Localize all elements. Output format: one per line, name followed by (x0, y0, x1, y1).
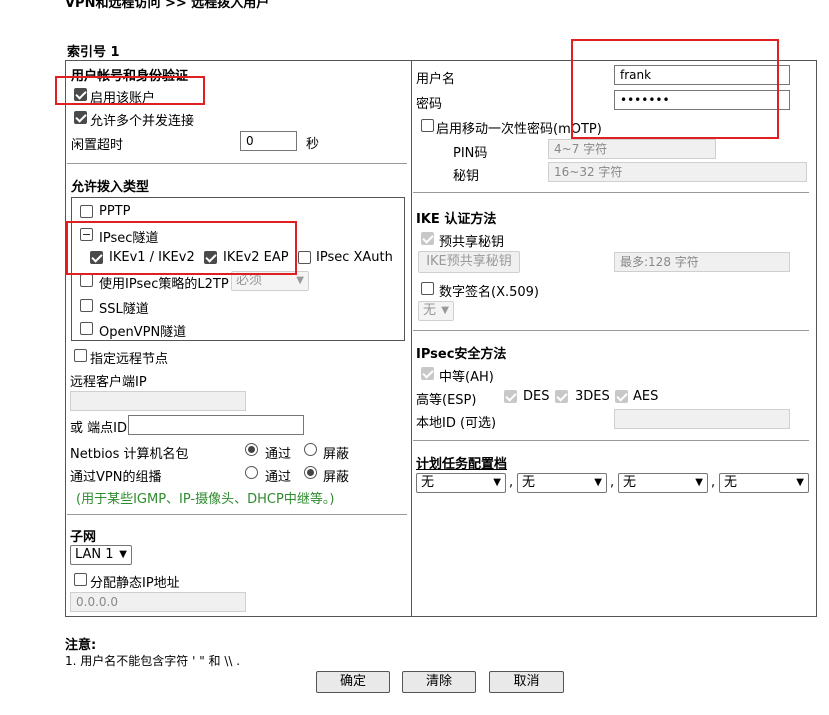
des-checkbox[interactable] (504, 390, 517, 403)
netbios-pass-radio[interactable] (245, 443, 258, 456)
schedule-select-4[interactable]: 无 ▼ (719, 473, 809, 493)
ipsec-xauth-label: IPsec XAuth (316, 250, 393, 265)
chevron-down-icon: ▼ (493, 477, 501, 488)
dialin-section-header: 允许拨入类型 (71, 180, 150, 195)
x509-select-value: 无 (423, 303, 437, 318)
ssl-tunnel-checkbox[interactable] (80, 299, 93, 312)
l2tp-checkbox[interactable] (80, 274, 93, 287)
notes-line-1: 1. 用户名不能包含字符 ' " 和 \\ . (65, 654, 241, 668)
specify-remote-node-checkbox[interactable] (74, 349, 87, 362)
ah-checkbox[interactable] (421, 367, 434, 380)
chevron-down-icon: ▼ (296, 275, 304, 286)
esp-label: 高等(ESP) (416, 393, 477, 408)
chevron-down-icon: ▼ (796, 477, 804, 488)
subnet-section-header: 子网 (70, 530, 97, 545)
schedule-separator: , (711, 475, 716, 490)
l2tp-policy-value: 必须 (236, 273, 263, 288)
secret-label: 秘钥 (453, 169, 480, 184)
chevron-down-icon: ▼ (594, 477, 602, 488)
clear-button[interactable]: 清除 (402, 671, 476, 693)
schedule-separator: , (610, 475, 615, 490)
chevron-down-icon: ▼ (441, 305, 449, 316)
multicast-note: (用于某些IGMP、IP-摄像头、DHCP中继等。) (76, 492, 335, 507)
highlight-ipsec-options (66, 221, 297, 275)
schedule-value-3: 无 (623, 475, 637, 490)
x509-select[interactable]: 无 ▼ (418, 301, 454, 321)
netbios-label: Netbios 计算机名包 (70, 447, 189, 462)
l2tp-label: 使用IPsec策略的L2TP (99, 277, 229, 292)
psk-input[interactable] (614, 252, 790, 272)
netbios-pass-label: 通过 (265, 447, 292, 462)
schedule-select-1[interactable]: 无 ▼ (416, 473, 506, 493)
multicast-block-label: 屏蔽 (323, 470, 350, 485)
chevron-down-icon: ▼ (695, 477, 703, 488)
psk-checkbox[interactable] (421, 232, 434, 245)
schedule-value-2: 无 (522, 475, 536, 490)
multi-conn-checkbox[interactable] (74, 111, 87, 124)
x509-label: 数字签名(X.509) (439, 285, 539, 300)
remote-client-ip-input[interactable] (70, 391, 246, 411)
idle-timeout-input[interactable] (240, 131, 297, 151)
chevron-down-icon: ▼ (119, 549, 127, 560)
des-label: DES (523, 389, 550, 404)
aes-label: AES (633, 389, 659, 404)
peer-id-input[interactable] (128, 415, 304, 435)
netbios-block-label: 屏蔽 (323, 447, 350, 462)
multicast-block-radio[interactable] (304, 466, 317, 479)
secret-input[interactable] (548, 162, 807, 182)
3des-checkbox[interactable] (555, 390, 568, 403)
netbios-block-radio[interactable] (304, 443, 317, 456)
motp-checkbox[interactable] (421, 119, 434, 132)
lan-select-value: LAN 1 (75, 547, 114, 562)
idle-timeout-label: 闲置超时 (71, 138, 124, 153)
pptp-label: PPTP (99, 204, 131, 219)
password-label: 密码 (416, 97, 443, 112)
cancel-button[interactable]: 取消 (489, 671, 564, 693)
ok-button[interactable]: 确定 (316, 671, 390, 693)
openvpn-checkbox[interactable] (80, 322, 93, 335)
static-ip-checkbox[interactable] (74, 573, 87, 586)
pin-input[interactable] (548, 139, 716, 159)
multi-conn-label: 允许多个并发连接 (90, 114, 195, 129)
schedule-select-2[interactable]: 无 ▼ (517, 473, 607, 493)
highlight-credentials (571, 39, 779, 139)
schedule-value-1: 无 (421, 475, 435, 490)
schedule-select-3[interactable]: 无 ▼ (618, 473, 708, 493)
peer-id-label: 或 端点ID (70, 421, 127, 436)
lan-select[interactable]: LAN 1 ▼ (70, 545, 132, 565)
ssl-tunnel-label: SSL隧道 (99, 302, 149, 317)
multicast-pass-radio[interactable] (245, 466, 258, 479)
username-label: 用户名 (416, 72, 456, 87)
remote-client-ip-label: 远程客户端IP (70, 375, 147, 390)
ipsec-security-header: IPsec安全方法 (416, 347, 507, 362)
static-ip-input[interactable] (70, 592, 246, 612)
3des-label: 3DES (575, 389, 610, 404)
ipsec-xauth-checkbox[interactable] (298, 251, 311, 264)
ike-psk-button[interactable]: IKE预共享秘钥 (418, 251, 520, 273)
aes-checkbox[interactable] (615, 390, 628, 403)
highlight-enable-account (55, 76, 205, 105)
ike-section-header: IKE 认证方法 (416, 212, 497, 227)
multicast-pass-label: 通过 (265, 470, 292, 485)
idle-timeout-unit: 秒 (306, 137, 320, 152)
local-id-input[interactable] (614, 409, 790, 429)
x509-checkbox[interactable] (421, 282, 434, 295)
ah-label: 中等(AH) (439, 370, 494, 385)
schedule-value-4: 无 (724, 475, 738, 490)
psk-label: 预共享秘钥 (439, 235, 505, 250)
specify-remote-node-label: 指定远程节点 (90, 352, 169, 367)
index-title: 索引号 1 (67, 45, 120, 60)
pptp-checkbox[interactable] (80, 205, 93, 218)
schedule-header: 计划任务配置档 (416, 457, 508, 472)
pin-label: PIN码 (453, 146, 488, 161)
multicast-label: 通过VPN的组播 (70, 470, 162, 485)
static-ip-label: 分配静态IP地址 (90, 576, 180, 591)
local-id-label: 本地ID (可选) (416, 416, 497, 431)
openvpn-label: OpenVPN隧道 (99, 325, 187, 340)
schedule-separator: , (509, 475, 514, 490)
notes-title: 注意: (65, 638, 97, 653)
breadcrumb: VPN和远程访问 >> 远程拨入用户 (65, 0, 270, 11)
